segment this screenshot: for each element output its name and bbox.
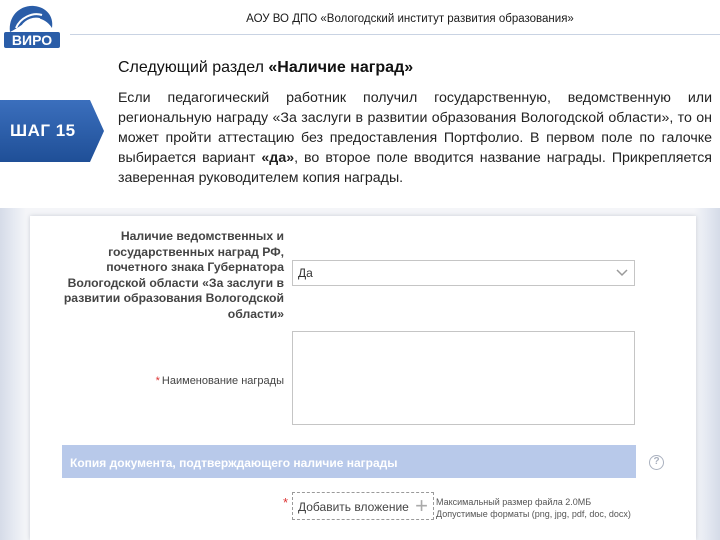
award-name-label-text: Наименование награды: [161, 375, 284, 387]
attachment-required-mark: *: [283, 495, 289, 510]
plus-icon: +: [415, 493, 428, 518]
page-header-title: АОУ ВО ДПО «Вологодский институт развити…: [246, 13, 574, 25]
section-heading: Следующий раздел «Наличие наград»: [118, 59, 413, 77]
description-bold-option: «да»: [261, 150, 295, 166]
award-name-textarea[interactable]: [292, 331, 635, 425]
step-description: Если педагогический работник получил гос…: [118, 88, 712, 188]
award-select[interactable]: Да: [292, 260, 635, 286]
viro-logo: ВИРО: [2, 2, 62, 54]
document-section-bar: Копия документа, подтверждающего наличие…: [62, 445, 636, 478]
required-mark: *: [155, 375, 160, 387]
award-field-label: Наличие ведомственных и государственных …: [63, 229, 284, 321]
section-heading-name: «Наличие наград»: [268, 59, 414, 76]
file-formats: Допустимые форматы (png, jpg, pdf, doc, …: [436, 509, 631, 519]
step-label: ШАГ 15: [10, 121, 76, 140]
section-heading-prefix: Следующий раздел: [118, 59, 264, 76]
file-max-size: Максимальный размер файла 2.0МБ: [436, 497, 592, 507]
step-badge: ШАГ 15: [0, 100, 104, 162]
add-attachment-button[interactable]: Добавить вложение +: [292, 492, 434, 520]
file-constraints: Максимальный размер файла 2.0МБ Допустим…: [436, 496, 636, 520]
award-name-label: * Наименование награды: [120, 375, 284, 387]
help-icon[interactable]: ?: [649, 455, 664, 470]
logo-text: ВИРО: [12, 32, 52, 48]
header-divider: [70, 34, 720, 35]
chevron-down-icon: [616, 269, 628, 277]
add-attachment-label: Добавить вложение: [298, 500, 409, 514]
document-section-title: Копия документа, подтверждающего наличие…: [70, 456, 398, 470]
award-select-value: Да: [298, 266, 313, 280]
